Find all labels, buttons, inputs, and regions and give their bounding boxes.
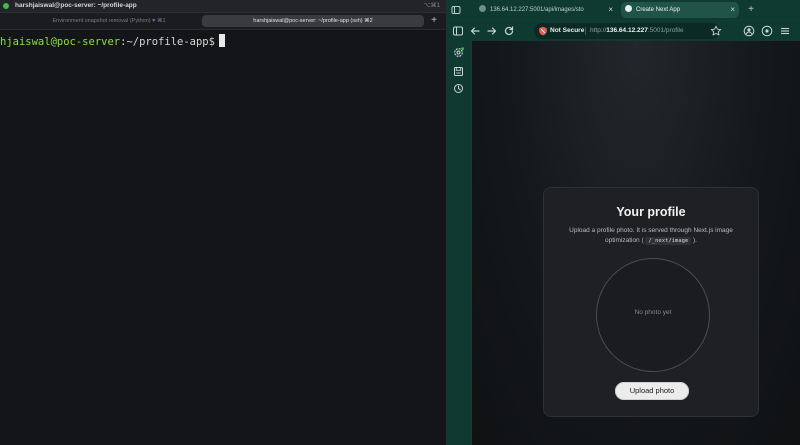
tab-favicon	[625, 5, 632, 12]
browser-window: 136.64.12.227:5001/api/images/sto × Crea…	[447, 0, 800, 445]
close-icon[interactable]: ×	[608, 2, 613, 18]
url-divider	[585, 27, 586, 35]
extensions-icon[interactable]	[761, 25, 773, 37]
window-shortcut: ⌥⌘1	[423, 3, 440, 9]
url-host: 136.64.12.227	[606, 27, 648, 34]
forward-icon[interactable]	[486, 25, 498, 37]
security-label: Not Secure	[550, 27, 585, 34]
terminal-tab-label: Environment snapshot removal (Python)	[52, 18, 151, 24]
empty-photo-text: No photo yet	[634, 309, 672, 316]
terminal-tab-bar: Environment snapshot removal (Python) ♥ …	[0, 13, 446, 30]
page-viewport: Your profile Upload a profile photo. It …	[472, 41, 800, 445]
browser-sidebar	[447, 41, 471, 445]
text-cursor	[218, 34, 225, 47]
browser-tab-create-next-app[interactable]: Create Next App ×	[621, 2, 739, 18]
terminal-window: harshjaiswal@poc-server: ~/profile-app ⌥…	[0, 0, 447, 445]
upload-photo-button[interactable]: Upload photo	[615, 382, 689, 400]
terminal-tab-label: harshjaiswal@poc-server: ~/profile-app (…	[253, 18, 363, 24]
description-text-end: ).	[693, 237, 697, 244]
settings-icon[interactable]	[453, 47, 464, 58]
star-icon[interactable]	[710, 25, 722, 37]
inline-code: /_next/image	[645, 237, 692, 245]
tab-list-icon[interactable]	[451, 5, 461, 15]
url-path: :5001/profile	[647, 27, 684, 34]
browser-tab-bar: 136.64.12.227:5001/api/images/sto × Crea…	[447, 0, 800, 20]
history-icon[interactable]	[453, 83, 464, 94]
page-description: Upload a profile photo. It is served thr…	[560, 226, 742, 246]
url-text: http://136.64.12.227:5001/profile	[590, 23, 684, 39]
profile-card: Your profile Upload a profile photo. It …	[543, 187, 759, 417]
new-terminal-tab-button[interactable]: +	[428, 15, 440, 27]
terminal-tab-python[interactable]: Environment snapshot removal (Python) ♥ …	[20, 15, 198, 27]
browser-tab-api-image[interactable]: 136.64.12.227:5001/api/images/sto ×	[475, 2, 617, 18]
browser-toolbar: Not Secure http://136.64.12.227:5001/pro…	[447, 21, 800, 41]
terminal-tab-shortcut: ⌘2	[364, 18, 373, 24]
prompt-user-host: hjaiswal@poc-server	[0, 36, 121, 48]
heart-icon: ♥	[152, 18, 156, 24]
terminal-body[interactable]: hjaiswal@poc-server:~/profile-app$	[0, 32, 446, 445]
menu-icon[interactable]	[779, 25, 791, 37]
new-browser-tab-button[interactable]: +	[744, 2, 758, 18]
tab-favicon	[479, 5, 486, 12]
terminal-tab-shortcut: ⌘1	[156, 18, 166, 24]
terminal-titlebar: harshjaiswal@poc-server: ~/profile-app ⌥…	[0, 0, 446, 13]
close-icon[interactable]: ×	[730, 2, 735, 18]
terminal-window-title: harshjaiswal@poc-server: ~/profile-app	[15, 2, 137, 9]
address-bar[interactable]: Not Secure http://136.64.12.227:5001/pro…	[534, 23, 720, 39]
page-title: Your profile	[616, 205, 686, 219]
terminal-tab-ssh[interactable]: harshjaiswal@poc-server: ~/profile-app (…	[202, 15, 424, 27]
prompt-path: ~/profile-app	[126, 36, 209, 48]
shell-prompt: hjaiswal@poc-server:~/profile-app$	[0, 34, 225, 49]
reload-icon[interactable]	[503, 25, 515, 37]
url-scheme: http://	[590, 27, 607, 34]
profile-icon[interactable]	[743, 25, 755, 37]
sidebar-toggle-icon[interactable]	[452, 25, 464, 37]
not-secure-icon[interactable]	[538, 26, 548, 36]
browser-tab-label: Create Next App	[636, 7, 681, 13]
save-icon[interactable]	[453, 66, 464, 77]
status-dot-icon	[3, 3, 9, 9]
back-icon[interactable]	[469, 25, 481, 37]
browser-tab-label: 136.64.12.227:5001/api/images/sto	[490, 7, 584, 13]
prompt-symbol: $	[208, 36, 215, 48]
profile-photo-placeholder: No photo yet	[596, 258, 710, 372]
